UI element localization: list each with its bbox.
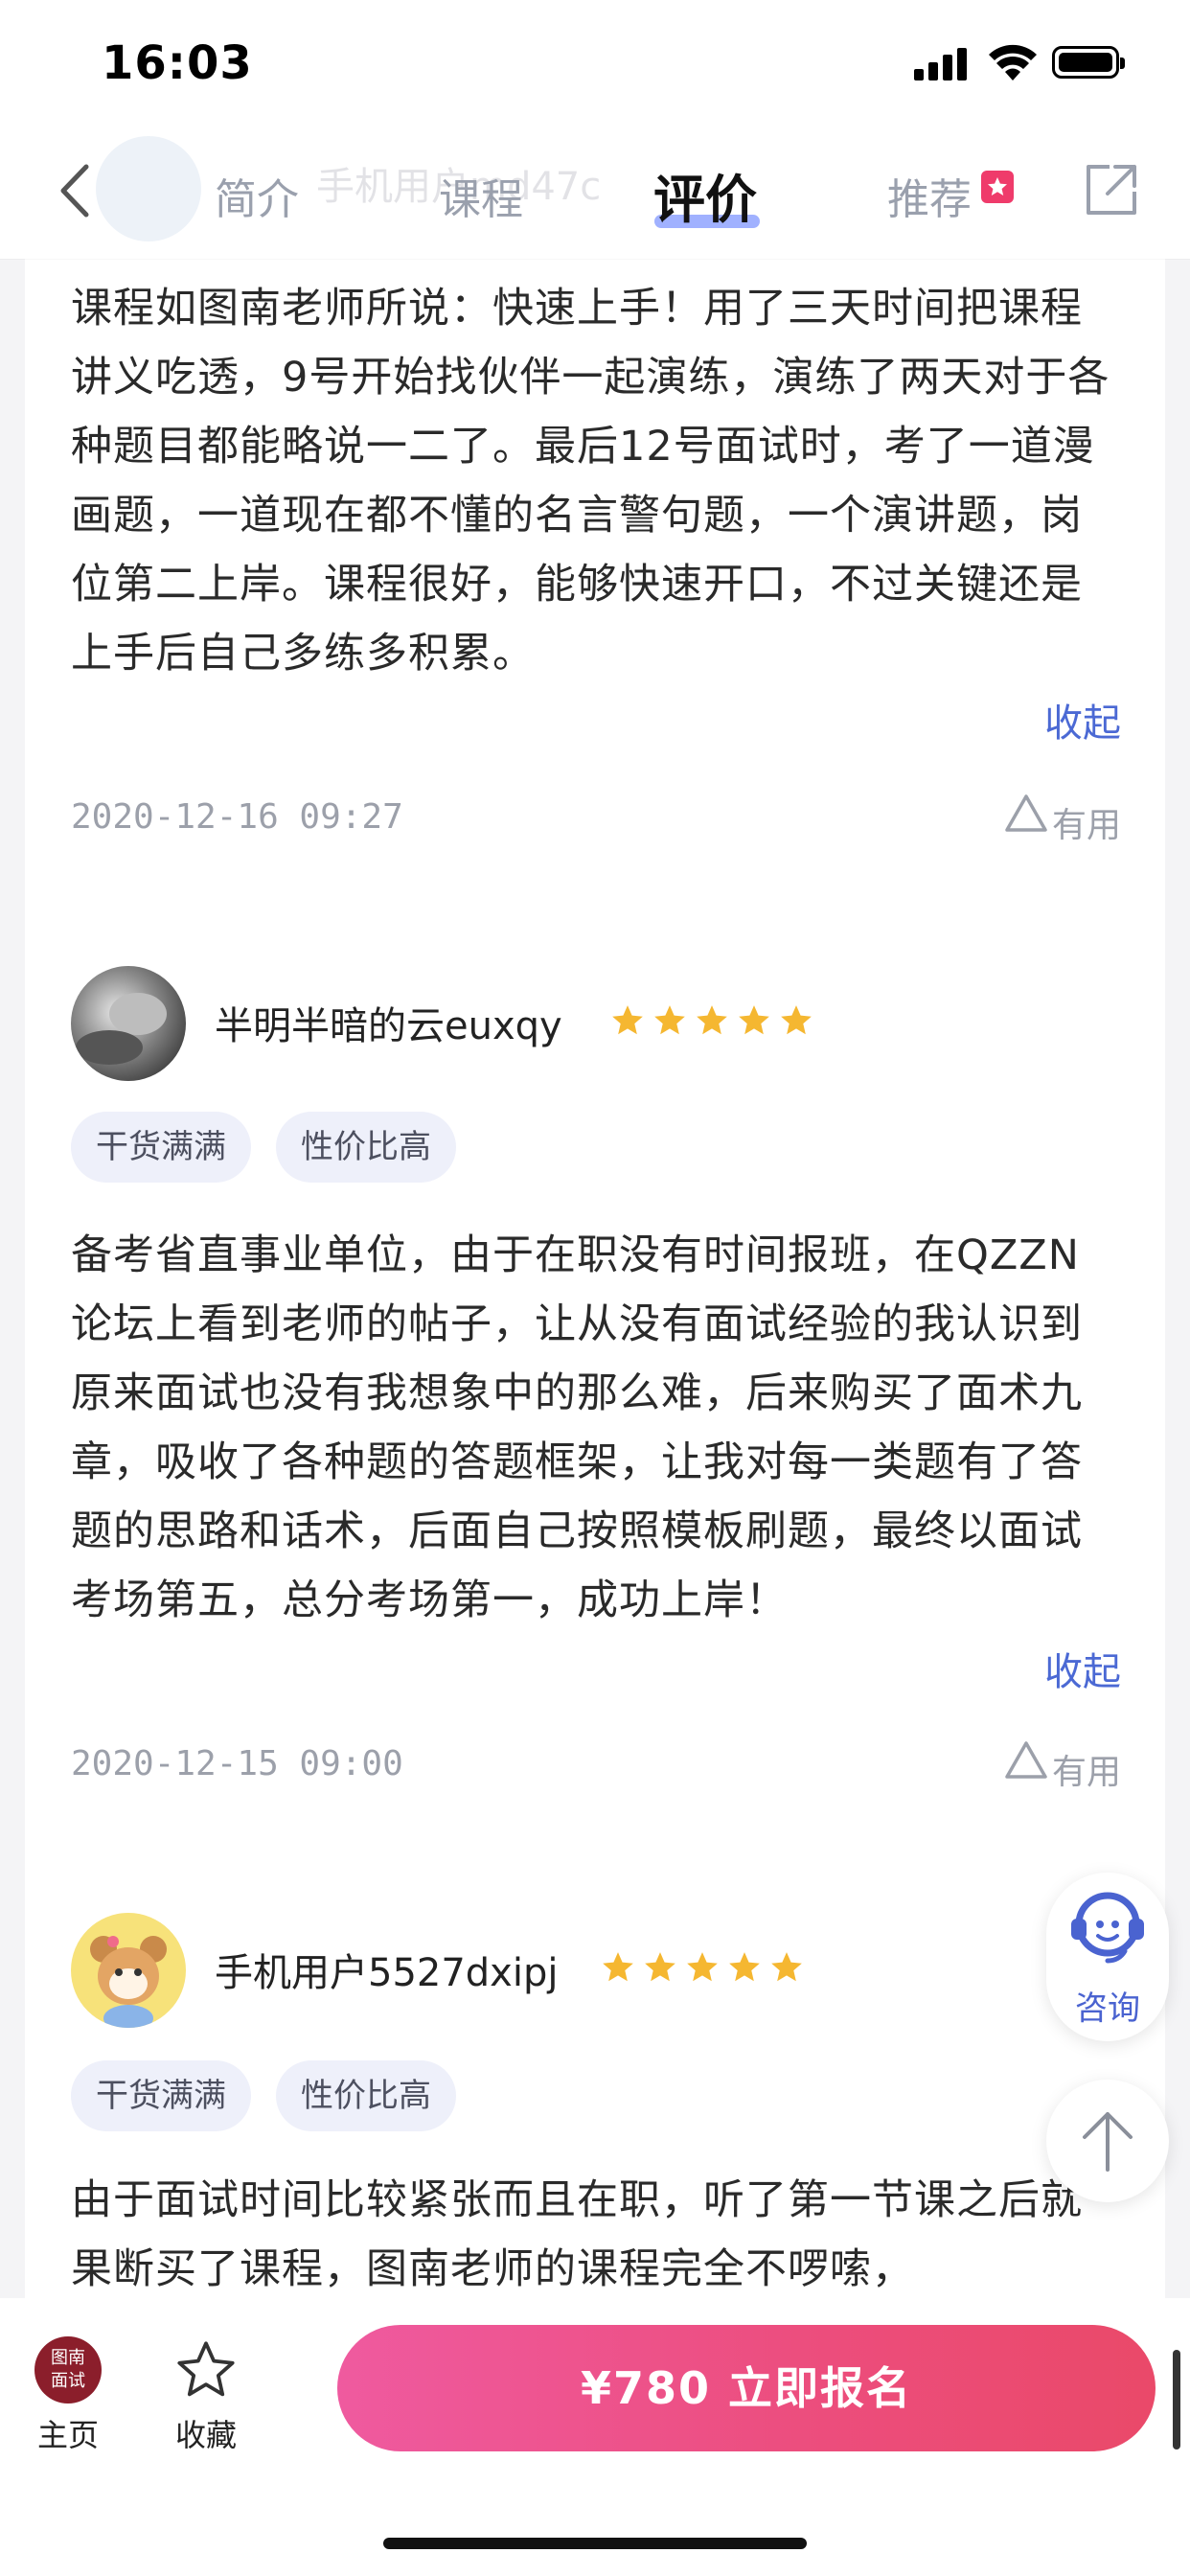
favorite-button[interactable]: 收藏 xyxy=(153,2336,259,2455)
collapse-link[interactable]: 收起 xyxy=(1044,1641,1121,1696)
useful-button[interactable]: 有用 xyxy=(987,1738,1121,1796)
star-icon xyxy=(697,1005,727,1035)
review-tags: 干货满满 性价比高 xyxy=(71,2060,481,2131)
consult-label: 咨询 xyxy=(1075,1990,1140,2028)
collapse-link[interactable]: 收起 xyxy=(1044,692,1121,748)
star-icon xyxy=(603,1952,633,1982)
tab-reviews[interactable]: 评价 xyxy=(653,157,757,233)
triangle-icon xyxy=(1005,1741,1047,1779)
star-icon xyxy=(645,1952,675,1982)
enroll-button[interactable]: ¥780 立即报名 xyxy=(337,2325,1156,2451)
review-text: 课程如图南老师所说：快速上手！用了三天时间把课程讲义吃透，9号开始找伙伴一起演练… xyxy=(71,285,1110,678)
arrow-up-icon xyxy=(1083,2112,1133,2172)
tunan-logo-icon: 图南 面试 xyxy=(34,2336,102,2404)
tab-intro[interactable]: 简介 xyxy=(215,165,299,226)
home-button[interactable]: 图南 面试 主页 xyxy=(15,2336,121,2455)
recommend-star-badge-icon xyxy=(981,171,1014,203)
avatar[interactable] xyxy=(71,1913,186,2028)
star-outline-icon xyxy=(177,2341,235,2397)
review-username: 手机用户5527dxipj xyxy=(215,1951,559,1995)
signal-icon xyxy=(914,46,972,80)
review-meta: 2020-12-15 09:00 有用 xyxy=(71,1738,1121,1796)
star-icon xyxy=(771,1952,802,1982)
consult-button[interactable]: 咨询 xyxy=(1046,1873,1169,2041)
tab-recommend[interactable]: 推荐 xyxy=(887,165,972,226)
tag-chip: 干货满满 xyxy=(71,2060,251,2131)
star-icon xyxy=(612,1005,643,1035)
favorite-label: 收藏 xyxy=(174,2417,237,2453)
review-date: 2020-12-16 09:27 xyxy=(71,797,403,837)
useful-label: 有用 xyxy=(1051,1753,1121,1792)
tag-chip: 性价比高 xyxy=(276,2060,456,2131)
share-icon[interactable] xyxy=(1081,159,1142,220)
scroll-indicator xyxy=(1173,2350,1180,2450)
top-nav: 手机用户md47c 简介 课程 评价 推荐 xyxy=(0,126,1190,259)
tag-chip: 干货满满 xyxy=(71,1112,251,1183)
back-arrow-icon[interactable] xyxy=(48,157,105,224)
useful-label: 有用 xyxy=(1051,806,1121,845)
star-icon xyxy=(729,1952,760,1982)
review-username: 半明半暗的云euxqy xyxy=(215,1004,562,1048)
review-meta: 2020-12-16 09:27 有用 xyxy=(71,792,1121,849)
useful-button[interactable]: 有用 xyxy=(987,792,1121,849)
rating-stars xyxy=(600,1949,811,1988)
headset-icon xyxy=(1071,1892,1144,1964)
bottom-action-bar: 图南 面试 主页 收藏 ¥780 立即报名 xyxy=(0,2298,1190,2576)
logo-line-1: 图南 xyxy=(51,2348,85,2368)
ghost-avatar xyxy=(96,136,201,242)
star-icon xyxy=(654,1005,685,1035)
status-bar: 16:03 xyxy=(0,0,1190,126)
home-indicator xyxy=(383,2538,807,2549)
logo-line-2: 面试 xyxy=(51,2371,85,2391)
review-tags: 干货满满 性价比高 xyxy=(71,1112,481,1183)
star-icon xyxy=(739,1005,769,1035)
back-to-top-button[interactable] xyxy=(1046,2080,1169,2202)
status-time: 16:03 xyxy=(102,36,253,90)
triangle-icon xyxy=(1005,794,1047,832)
review-text: 备考省直事业单位，由于在职没有时间报班，在QZZN论坛上看到老师的帖子，让从没有… xyxy=(71,1231,1083,1624)
review-header: 手机用户5527dxipj xyxy=(71,1913,1121,2028)
wifi-icon xyxy=(989,44,1037,80)
star-icon xyxy=(687,1952,718,1982)
review-date: 2020-12-15 09:00 xyxy=(71,1744,403,1783)
rating-stars xyxy=(609,1002,820,1041)
review-text: 由于面试时间比较紧张而且在职，听了第一节课之后就果断买了课程，图南老师的课程完全… xyxy=(71,2176,1083,2293)
star-icon xyxy=(781,1005,812,1035)
battery-icon xyxy=(1052,46,1125,79)
avatar[interactable] xyxy=(71,966,186,1081)
tab-course[interactable]: 课程 xyxy=(439,165,523,226)
review-header: 半明半暗的云euxqy xyxy=(71,966,1121,1081)
home-label: 主页 xyxy=(36,2417,99,2453)
header-ghost-user: 手机用户md47c xyxy=(77,126,747,259)
tag-chip: 性价比高 xyxy=(276,1112,456,1183)
